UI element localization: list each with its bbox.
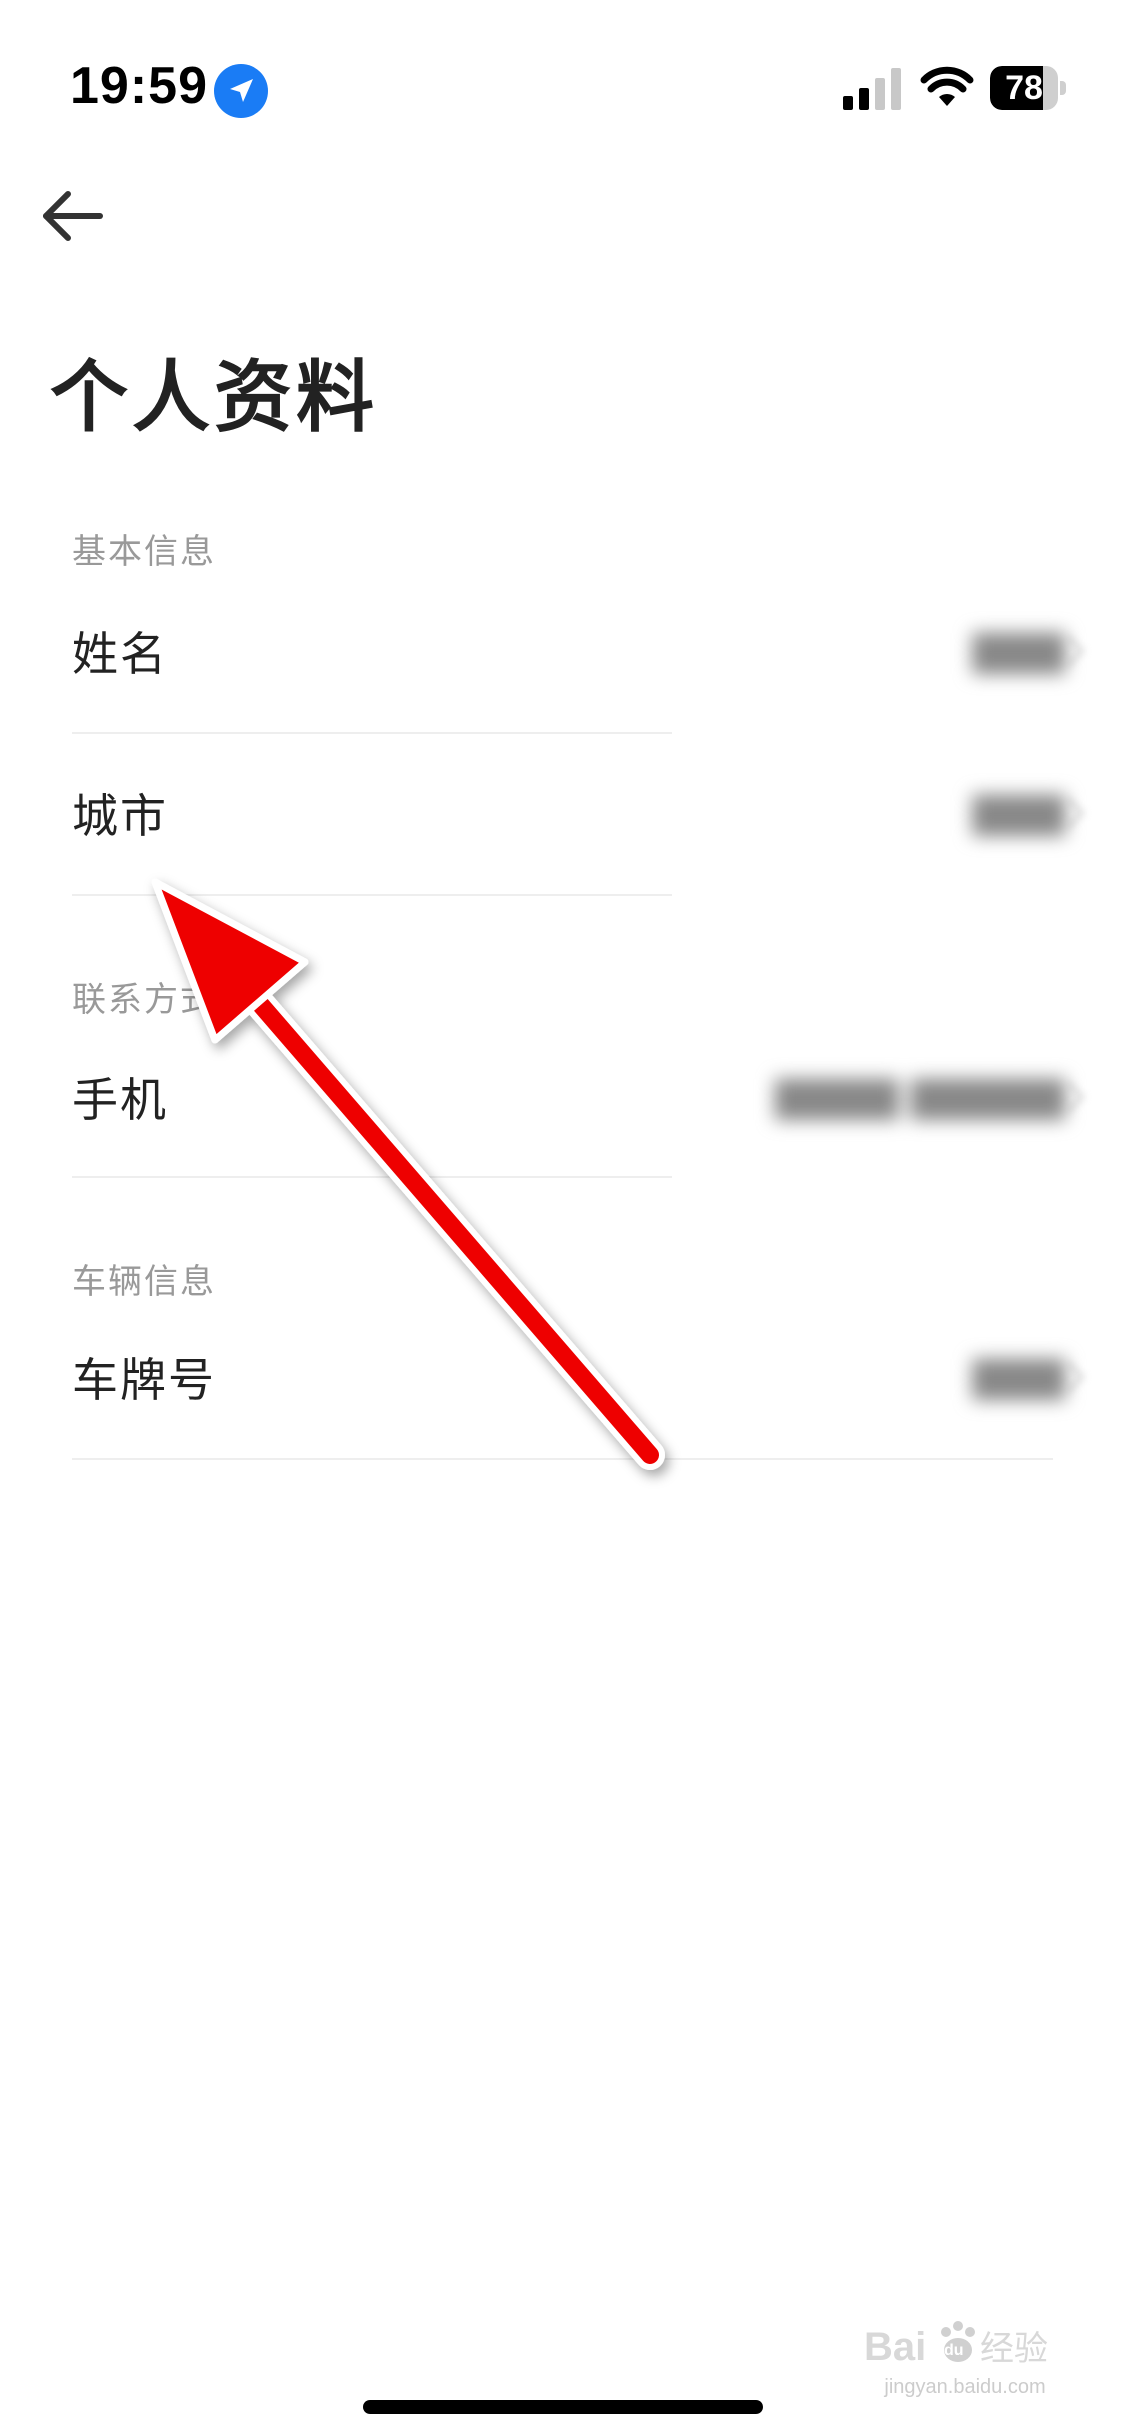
arrow-left-icon (43, 191, 103, 241)
watermark-text: jingyan.baidu.com (884, 2376, 1046, 2398)
svg-text:du: du (944, 2342, 964, 2359)
status-time: 19:59 (70, 57, 208, 115)
section-label-contact: 联系方式 (72, 980, 216, 1020)
divider (72, 732, 672, 734)
watermark: Bai du 经验 jingyan.baidu.com (860, 2320, 1070, 2410)
status-bar: 19:59 78 (0, 0, 1125, 150)
row-label: 城市 (72, 789, 168, 843)
divider (72, 1176, 672, 1178)
row-label: 手机 (72, 1073, 168, 1127)
divider (72, 1458, 1053, 1460)
row-label: 车牌号 (72, 1353, 216, 1407)
chevron-right-icon (1066, 1081, 1085, 1113)
row-city[interactable]: 城市 ▇▇▇ (0, 738, 1125, 888)
chevron-right-icon (1066, 635, 1085, 667)
location-arrow-icon (214, 64, 268, 118)
chevron-right-icon (1066, 797, 1085, 829)
row-value-blurred: ▇▇▇▇ ▇▇▇▇▇ (775, 1074, 1065, 1120)
page-title: 个人资料 (50, 353, 379, 443)
row-phone[interactable]: 手机 ▇▇▇▇ ▇▇▇▇▇ (0, 1022, 1125, 1172)
row-value-blurred: ▇▇▇ (972, 790, 1065, 836)
back-button[interactable] (38, 186, 108, 246)
row-value-blurred: ▇▇▇ (972, 628, 1065, 674)
svg-text:经验: 经验 (980, 2329, 1048, 2369)
row-plate-number[interactable]: 车牌号 ▇▇▇ (0, 1302, 1125, 1452)
row-label: 姓名 (72, 627, 168, 681)
battery-icon: 78 (990, 66, 1066, 110)
cellular-signal-icon (843, 68, 901, 110)
section-label-basic-info: 基本信息 (72, 532, 216, 572)
baidu-logo-icon: Bai du 经验 (864, 2321, 1048, 2369)
wifi-icon (920, 66, 974, 106)
svg-text:Bai: Bai (864, 2325, 926, 2369)
home-indicator (363, 2400, 763, 2414)
section-label-vehicle: 车辆信息 (72, 1262, 216, 1302)
row-name[interactable]: 姓名 ▇▇▇ (0, 576, 1125, 726)
divider (72, 894, 672, 896)
battery-percent: 78 (1005, 69, 1043, 107)
chevron-right-icon (1066, 1361, 1085, 1393)
row-value-blurred: ▇▇▇ (972, 1354, 1065, 1400)
